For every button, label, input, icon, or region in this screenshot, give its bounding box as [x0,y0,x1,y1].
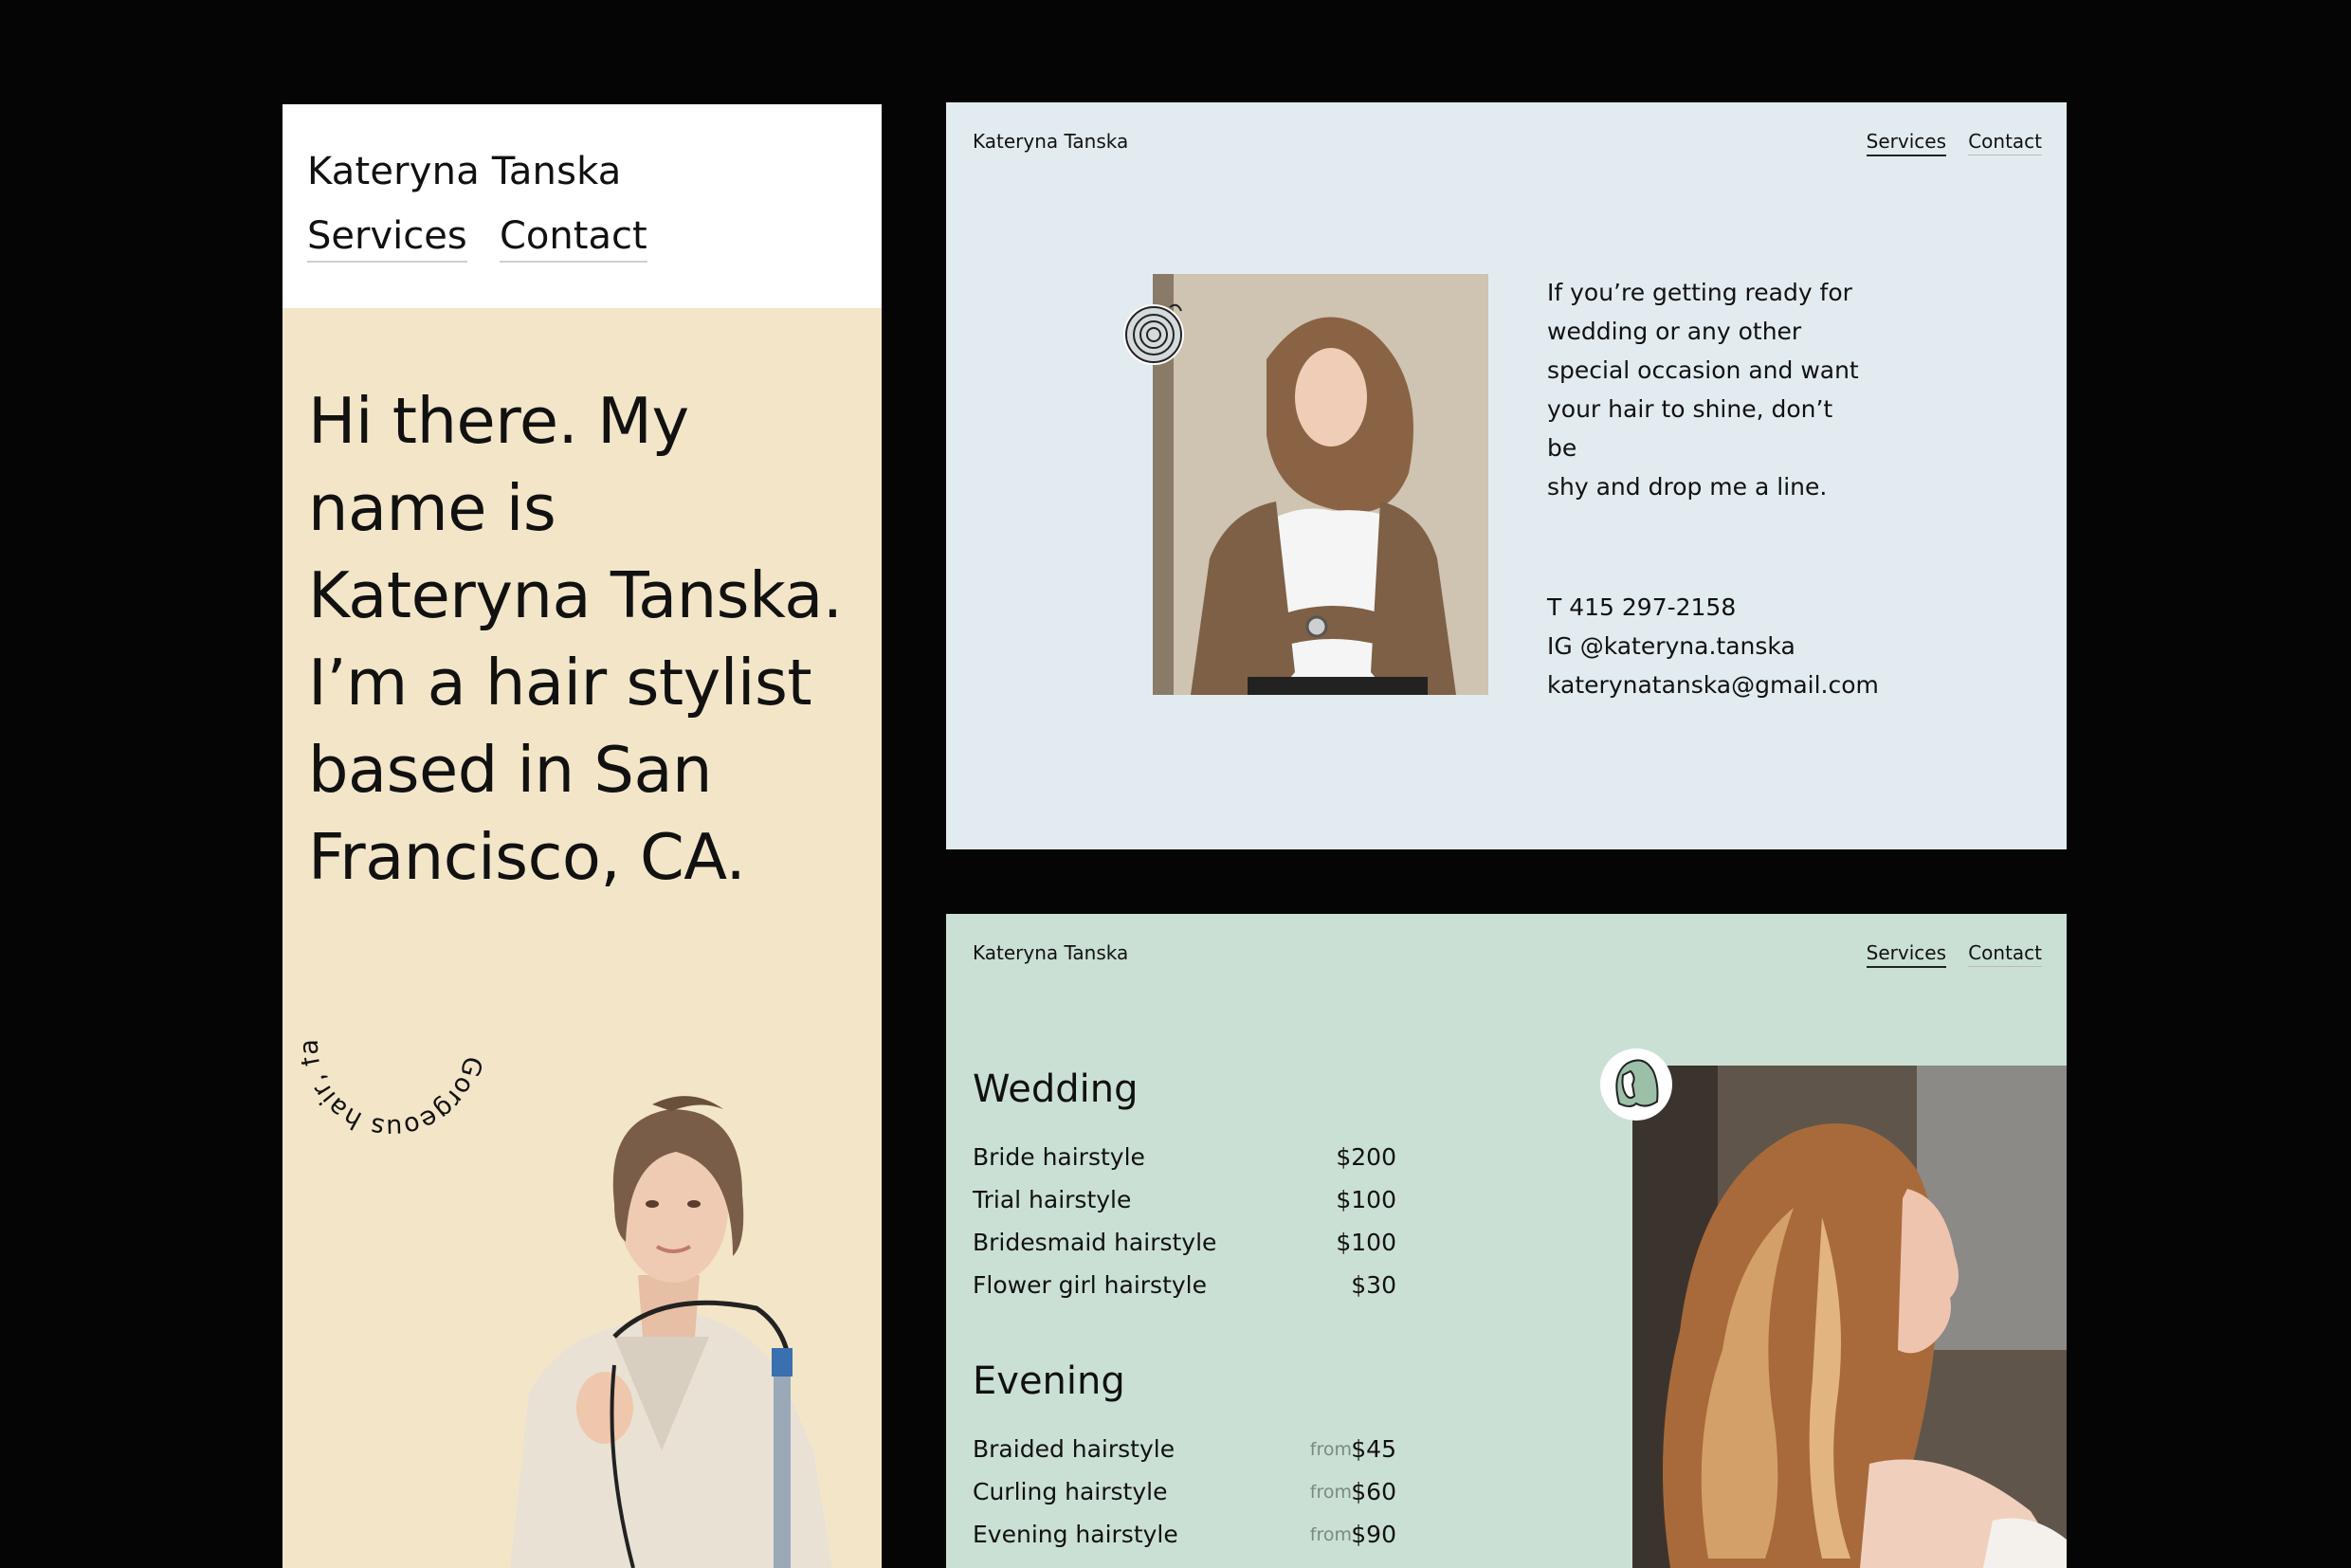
badge-text: Gorgeous hair, fabulous you · [301,939,487,1142]
services-page: Kateryna Tanska Services Contact Wedding… [946,914,2067,1568]
circular-text-badge: Gorgeous hair, fabulous you · [301,939,487,1142]
price-row: Bride hairstyle $200 [973,1136,1396,1178]
brand-name[interactable]: Kateryna Tanska [973,941,1128,964]
copy-line: shy and drop me a line. [1547,473,1828,501]
copy-line: your hair to shine, don’t be [1547,395,1833,462]
service-price: $100 [1336,1186,1396,1213]
from-label: from [1309,1524,1352,1545]
woman-face-icon [1600,1048,1672,1121]
nav-link-contact[interactable]: Contact [1968,130,2042,155]
phone-number[interactable]: T 415 297-2158 [1547,588,1926,627]
service-price: $90 [1351,1521,1396,1548]
copy-line: special occasion and want [1547,356,1859,384]
price-row: Braided hairstyle from $45 [973,1428,1396,1470]
from-label: from [1309,1439,1352,1460]
brand-name[interactable]: Kateryna Tanska [307,150,622,193]
stylist-photo-brown-jacket [1153,274,1488,695]
hero-line: based in San [308,733,712,807]
copy-line: wedding or any other [1547,318,1802,345]
mobile-home-page: Kateryna Tanska Services Contact Hi ther… [282,104,882,1568]
hero-line: Kateryna Tanska. [308,558,843,632]
from-label: from [1309,1482,1352,1503]
hero-line: Francisco, CA. [308,820,746,894]
nav-link-services[interactable]: Services [307,213,467,263]
contact-intro-text: If you’re getting ready for wedding or a… [1547,273,1860,506]
instagram-handle[interactable]: IG @kateryna.tanska [1547,627,1926,665]
stylist-portrait-photo [510,1096,832,1568]
service-price: $30 [1351,1271,1396,1299]
price-row: Curling hairstyle from $60 [973,1470,1396,1513]
contact-page: Kateryna Tanska Services Contact If you’… [946,102,2067,849]
brand-name[interactable]: Kateryna Tanska [973,130,1128,153]
service-name: Trial hairstyle [973,1186,1132,1213]
service-name: Bride hairstyle [973,1143,1145,1171]
service-price: $45 [1351,1435,1396,1463]
service-price: $100 [1336,1229,1396,1256]
price-row: Trial hairstyle $100 [973,1178,1396,1221]
hero-line: Hi there. My [308,384,689,458]
nav-link-contact[interactable]: Contact [500,213,647,263]
contact-details: T 415 297-2158 IG @kateryna.tanska kater… [1547,588,1926,704]
copy-line: If you’re getting ready for [1547,279,1852,306]
service-price: $200 [1336,1143,1396,1171]
spiral-icon [1123,303,1184,365]
curly-hair-photo [1632,1066,2067,1568]
mobile-header: Kateryna Tanska Services Contact [282,104,882,308]
nav-link-services[interactable]: Services [1866,130,1946,156]
email-address[interactable]: katerynatanska@gmail.com [1547,665,1926,704]
service-name: Bridesmaid hairstyle [973,1229,1217,1256]
hero-line: I’m a hair stylist [308,646,812,720]
service-name: Evening hairstyle [973,1521,1178,1548]
hero-intro-text: Hi there. My name is Kateryna Tanska. I’… [308,377,867,901]
section-title-wedding: Wedding [973,1067,1139,1111]
service-name: Flower girl hairstyle [973,1271,1207,1299]
service-name: Curling hairstyle [973,1478,1168,1505]
hero-line: name is [308,471,556,545]
service-name: Braided hairstyle [973,1435,1176,1463]
nav-link-services[interactable]: Services [1866,941,1946,968]
service-price: $60 [1351,1478,1396,1505]
section-title-evening: Evening [973,1359,1125,1403]
nav-link-contact[interactable]: Contact [1968,941,2042,967]
svg-text:Gorgeous hair, fabulous you ·: Gorgeous hair, fabulous you · [301,939,487,1142]
price-row: Flower girl hairstyle $30 [973,1264,1396,1306]
price-row: Evening hairstyle from $90 [973,1513,1396,1556]
price-row: Bridesmaid hairstyle $100 [973,1221,1396,1264]
